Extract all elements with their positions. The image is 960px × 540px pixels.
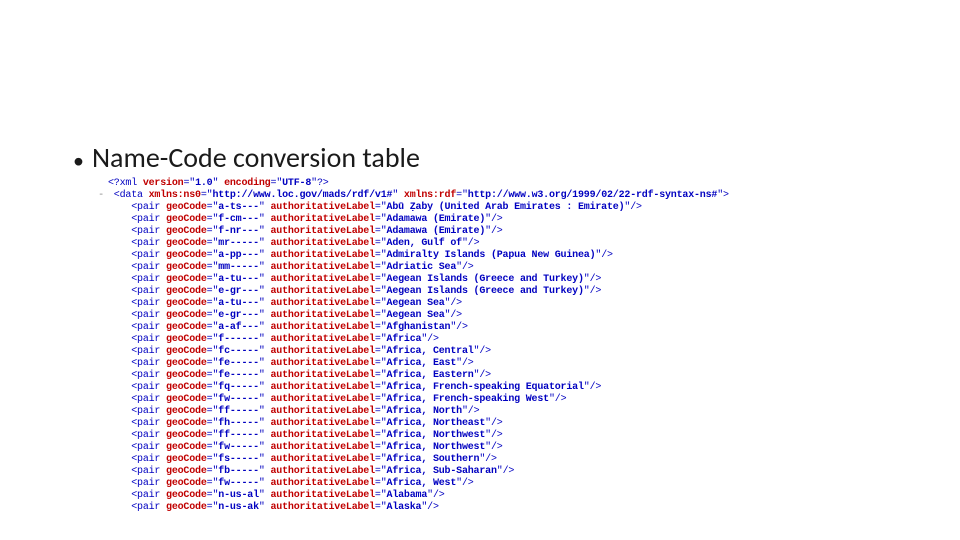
xml-pair-row: <pair geoCode="ff-----" authoritativeLab… (94, 430, 729, 442)
xml-pair-row: <pair geoCode="a-tu---" authoritativeLab… (94, 274, 729, 286)
xml-pair-row: <pair geoCode="fs-----" authoritativeLab… (94, 454, 729, 466)
xml-pair-row: <pair geoCode="f-nr---" authoritativeLab… (94, 226, 729, 238)
xml-declaration: <?xml version="1.0" encoding="UTF-8"?> (94, 178, 729, 190)
xml-pair-row: <pair geoCode="e-gr---" authoritativeLab… (94, 286, 729, 298)
xml-pair-row: <pair geoCode="f-cm---" authoritativeLab… (94, 214, 729, 226)
xml-pair-row: <pair geoCode="mr-----" authoritativeLab… (94, 238, 729, 250)
xml-pair-row: <pair geoCode="fq-----" authoritativeLab… (94, 382, 729, 394)
title-bullet: • (73, 147, 84, 174)
xml-pair-row: <pair geoCode="fw-----" authoritativeLab… (94, 442, 729, 454)
xml-pair-row: <pair geoCode="e-gr---" authoritativeLab… (94, 310, 729, 322)
xml-pair-row: <pair geoCode="a-pp---" authoritativeLab… (94, 250, 729, 262)
xml-pair-row: <pair geoCode="fw-----" authoritativeLab… (94, 478, 729, 490)
xml-pair-row: <pair geoCode="a-tu---" authoritativeLab… (94, 298, 729, 310)
xml-root-open: - <data xmlns:ns0="http://www.loc.gov/ma… (94, 190, 729, 202)
slide-title: • Name-Code conversion table (73, 140, 420, 175)
title-text: Name-Code conversion table (92, 140, 420, 175)
slide: • Name-Code conversion table <?xml versio… (0, 0, 960, 540)
xml-pair-row: <pair geoCode="fh-----" authoritativeLab… (94, 418, 729, 430)
xml-pair-row: <pair geoCode="a-ts---" authoritativeLab… (94, 202, 729, 214)
xml-pair-row: <pair geoCode="mm-----" authoritativeLab… (94, 262, 729, 274)
xml-pair-row: <pair geoCode="fw-----" authoritativeLab… (94, 394, 729, 406)
xml-pair-row: <pair geoCode="fe-----" authoritativeLab… (94, 358, 729, 370)
xml-pair-row: <pair geoCode="fe-----" authoritativeLab… (94, 370, 729, 382)
xml-pair-row: <pair geoCode="fc-----" authoritativeLab… (94, 346, 729, 358)
xml-pair-row: <pair geoCode="fb-----" authoritativeLab… (94, 466, 729, 478)
xml-pair-row: <pair geoCode="ff-----" authoritativeLab… (94, 406, 729, 418)
xml-pair-row: <pair geoCode="n-us-ak" authoritativeLab… (94, 502, 729, 514)
xml-pair-row: <pair geoCode="n-us-al" authoritativeLab… (94, 490, 729, 502)
xml-pair-row: <pair geoCode="f------" authoritativeLab… (94, 334, 729, 346)
xml-pair-row: <pair geoCode="a-af---" authoritativeLab… (94, 322, 729, 334)
xml-code-block: <?xml version="1.0" encoding="UTF-8"?>- … (94, 178, 729, 514)
